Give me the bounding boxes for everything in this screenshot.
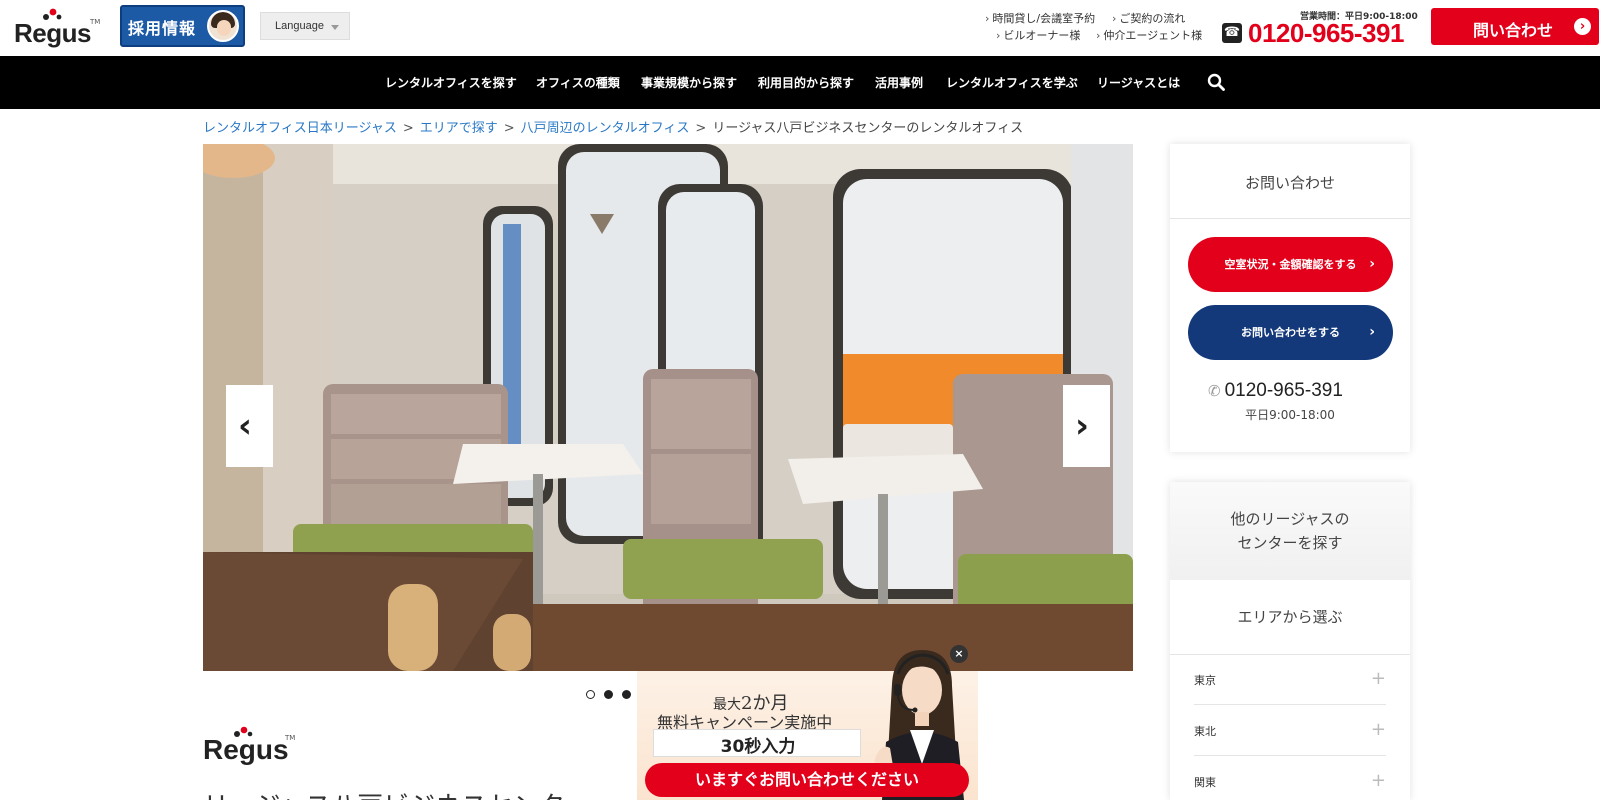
recruit-avatar xyxy=(207,10,239,42)
recruit-label: 採用情報 xyxy=(128,19,197,38)
chevron-down-icon xyxy=(331,25,339,30)
lounge-photo xyxy=(203,144,1133,671)
breadcrumb: レンタルオフィス日本リージャス > エリアで探す > 八戸周辺のレンタルオフィス > リージ… xyxy=(203,117,1023,136)
inquiry-button[interactable]: お問い合わせをする › xyxy=(1188,305,1393,360)
vacancy-check-label: 空室状況・金額確認をする xyxy=(1224,258,1357,271)
banner-cta-button[interactable]: いますぐお問い合わせください xyxy=(645,763,969,797)
carousel-next-button[interactable]: › xyxy=(1063,385,1110,467)
header-phone-number: 0120-965-391 xyxy=(1248,18,1404,48)
recruit-banner[interactable]: 採用情報 xyxy=(120,5,245,47)
language-select[interactable]: Language xyxy=(260,12,350,40)
language-label: Language xyxy=(275,20,324,32)
contact-button[interactable]: 問い合わせ › xyxy=(1431,8,1599,45)
page: Regus TM 採用情報 Language 時間貸し/会議室予約 ご契約の流れ… xyxy=(0,0,1600,800)
inquiry-label: お問い合わせをする xyxy=(1241,326,1340,339)
divider xyxy=(1170,218,1410,219)
center-brand-logo: Regus TM xyxy=(203,726,296,766)
area-item-tokyo[interactable]: 東京 + xyxy=(1194,654,1386,705)
phone-icon: ✆ xyxy=(1208,383,1221,400)
main-nav: レンタルオフィスを探す オフィスの種類 事業規模から探す 利用目的から探す 活用… xyxy=(0,56,1600,109)
logo-tm: TM xyxy=(285,734,296,742)
plus-icon: + xyxy=(1370,719,1386,740)
nav-item-learn[interactable]: レンタルオフィスを学ぶ xyxy=(946,74,1078,91)
breadcrumb-area[interactable]: エリアで探す xyxy=(420,121,498,136)
carousel-dot[interactable] xyxy=(604,690,613,699)
link-agent[interactable]: 仲介エージェント様 xyxy=(1096,27,1202,43)
link-contract-flow[interactable]: ご契約の流れ xyxy=(1112,10,1185,26)
logo-text: Regus xyxy=(14,18,91,48)
sidebar-phone[interactable]: ✆ 0120-965-391 xyxy=(1208,380,1343,402)
breadcrumb-home[interactable]: レンタルオフィス日本リージャス xyxy=(203,121,397,136)
sidebar-other-centers: 他のリージャスの センターを探す エリアから選ぶ 東京 + 東北 + 関東 + xyxy=(1170,482,1410,800)
center-title: リージャス八戸ビジネスセンター xyxy=(203,786,591,800)
chevron-left-icon: ‹ xyxy=(238,406,253,446)
sidebar-hours: 平日9:00-18:00 xyxy=(1245,408,1335,422)
chevron-right-icon: › xyxy=(1369,324,1375,340)
breadcrumb-separator: > xyxy=(402,121,414,136)
nav-item-case-studies[interactable]: 活用事例 xyxy=(875,74,923,91)
phone-icon: ☎ xyxy=(1222,23,1242,43)
breadcrumb-separator: > xyxy=(503,121,515,136)
area-item-kanto[interactable]: 関東 + xyxy=(1194,756,1386,800)
logo-tm: TM xyxy=(90,18,101,26)
chevron-right-icon: › xyxy=(1075,406,1090,446)
photo-carousel[interactable] xyxy=(203,144,1133,671)
plus-icon: + xyxy=(1370,770,1386,791)
area-label: 東北 xyxy=(1194,725,1216,738)
carousel-prev-button[interactable]: ‹ xyxy=(226,385,273,467)
logo-text: Regus xyxy=(203,734,289,765)
link-building-owner[interactable]: ビルオーナー様 xyxy=(996,27,1080,43)
area-label: 関東 xyxy=(1194,776,1216,789)
nav-item-by-scale[interactable]: 事業規模から探す xyxy=(641,74,737,91)
chevron-right-icon: › xyxy=(1574,18,1591,35)
nav-item-by-purpose[interactable]: 利用目的から探す xyxy=(758,74,854,91)
link-hourly-rental[interactable]: 時間貸し/会議室予約 xyxy=(985,10,1095,26)
other-centers-header: 他のリージャスの センターを探す xyxy=(1170,482,1410,580)
nav-item-office-types[interactable]: オフィスの種類 xyxy=(536,74,620,91)
chevron-right-icon: › xyxy=(1369,256,1375,272)
nav-item-about[interactable]: リージャスとは xyxy=(1097,74,1180,91)
plus-icon: + xyxy=(1370,668,1386,689)
banner-line3: 30秒入力 xyxy=(720,737,796,757)
carousel-dot[interactable] xyxy=(622,690,631,699)
breadcrumb-separator: > xyxy=(695,121,707,136)
sidebar-phone-number: 0120-965-391 xyxy=(1224,380,1343,401)
sidebar-contact-title: お問い合わせ xyxy=(1244,174,1335,192)
area-select-title: エリアから選ぶ xyxy=(1237,608,1343,626)
nav-item-find-office[interactable]: レンタルオフィスを探す xyxy=(385,74,517,91)
other-centers-line1: 他のリージャスの xyxy=(1230,510,1350,528)
carousel-dot[interactable] xyxy=(586,690,595,699)
breadcrumb-hachinohe[interactable]: 八戸周辺のレンタルオフィス xyxy=(521,121,690,136)
top-header: Regus TM 採用情報 Language 時間貸し/会議室予約 ご契約の流れ… xyxy=(0,0,1600,56)
area-label: 東京 xyxy=(1194,674,1216,687)
contact-button-label: 問い合わせ xyxy=(1473,21,1554,40)
vacancy-check-button[interactable]: 空室状況・金額確認をする › xyxy=(1188,237,1393,292)
breadcrumb-current: リージャス八戸ビジネスセンターのレンタルオフィス xyxy=(712,121,1024,136)
campaign-banner[interactable]: × 最大2か月 無料キャンペーン実施中 30秒入力 いますぐお問い合わせください xyxy=(637,645,978,800)
area-item-tohoku[interactable]: 東北 + xyxy=(1194,705,1386,756)
search-icon[interactable] xyxy=(1207,73,1225,91)
banner-input-box: 30秒入力 xyxy=(653,729,861,757)
other-centers-line2: センターを探す xyxy=(1237,534,1343,552)
sidebar-contact-box: お問い合わせ 空室状況・金額確認をする › お問い合わせをする › ✆ 0120-… xyxy=(1170,144,1410,452)
regus-logo[interactable]: Regus TM xyxy=(14,8,100,48)
